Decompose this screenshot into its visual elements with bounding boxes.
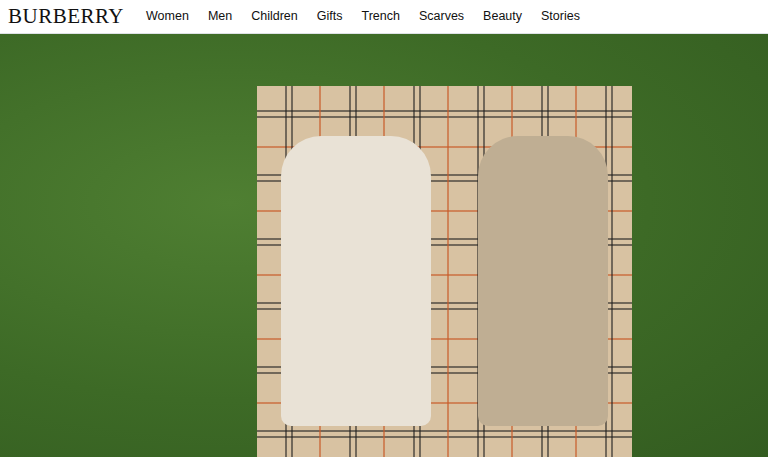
nav-link[interactable]: Gifts <box>317 7 343 26</box>
nav-link[interactable]: Beauty <box>483 7 522 26</box>
nav-link[interactable]: Scarves <box>419 7 464 26</box>
model-figure <box>478 136 608 426</box>
brand-logo[interactable]: BURBERRY <box>8 6 124 27</box>
site-header: BURBERRY Women Men Children Gifts Trench Scar… <box>0 0 768 34</box>
main-nav: Women Men Children Gifts Trench Scarves Beauty… <box>146 7 580 26</box>
hero-video[interactable] <box>0 34 768 457</box>
model-figure <box>281 136 431 426</box>
picnic-blanket <box>257 86 632 457</box>
nav-link[interactable]: Stories <box>541 7 580 26</box>
nav-link[interactable]: Children <box>251 7 298 26</box>
nav-link[interactable]: Women <box>146 7 189 26</box>
nav-link[interactable]: Men <box>208 7 232 26</box>
nav-link[interactable]: Trench <box>361 7 399 26</box>
